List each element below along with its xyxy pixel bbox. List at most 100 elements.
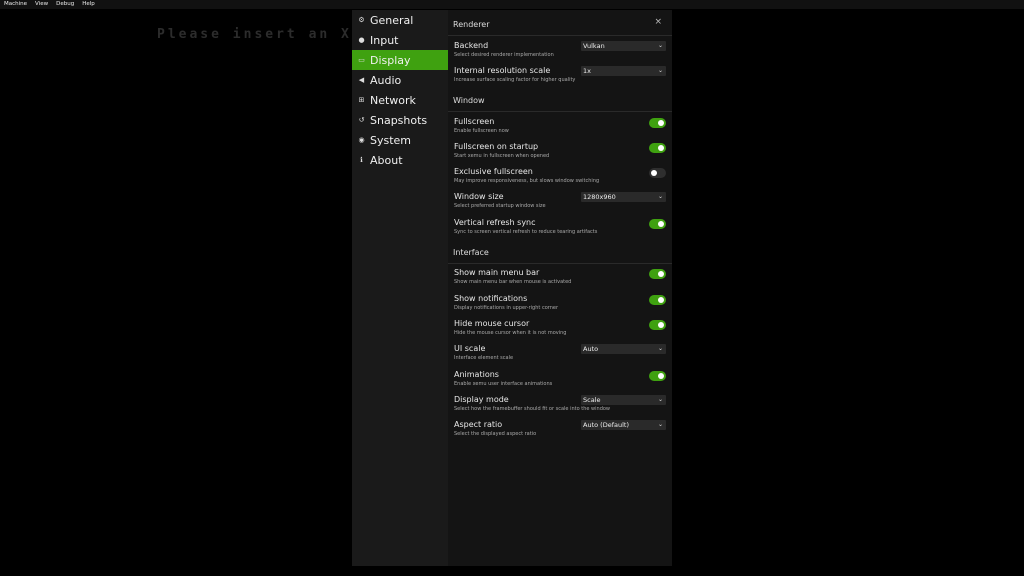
sidebar-item-label: Audio (370, 73, 402, 87)
close-icon[interactable]: × (654, 17, 662, 27)
setting-description: Start xemu in fullscreen when opened (454, 153, 550, 159)
chevron-down-icon: ⌄ (657, 67, 663, 74)
select-value: Vulkan (583, 42, 605, 50)
hide-mouse-cursor-toggle[interactable] (649, 320, 666, 330)
exclusive-fullscreen-toggle[interactable] (649, 168, 666, 178)
setting-description: Display notifications in upper-right cor… (454, 305, 559, 311)
select-value: Auto (583, 345, 599, 353)
setting-label: Fullscreen (454, 117, 495, 126)
chevron-down-icon: ⌄ (657, 193, 663, 200)
setting-fullscreen-on-startup: Fullscreen on startup Start xemu in full… (454, 142, 666, 166)
setting-animations: Animations Enable xemu user interface an… (454, 370, 666, 394)
select-value: Scale (583, 396, 601, 404)
setting-hide-mouse-cursor: Hide mouse cursor Hide the mouse cursor … (454, 319, 666, 343)
sidebar-item-snapshots[interactable]: ↺ Snapshots (352, 110, 448, 130)
history-icon: ↺ (358, 116, 365, 124)
toggle-knob (658, 120, 664, 126)
setting-description: Sync to screen vertical refresh to reduc… (454, 229, 598, 235)
monitor-icon: ▭ (358, 56, 365, 64)
setting-display-mode: Display mode Select how the framebuffer … (454, 395, 666, 419)
section-window-title: Window (453, 96, 485, 105)
select-value: 1280x960 (583, 193, 616, 201)
setting-description: Select the displayed aspect ratio (454, 431, 537, 437)
setting-show-main-menu-bar: Show main menu bar Show main menu bar wh… (454, 268, 666, 292)
setting-show-notifications: Show notifications Display notifications… (454, 294, 666, 318)
setting-label: Fullscreen on startup (454, 142, 539, 151)
setting-fullscreen: Fullscreen Enable fullscreen now (454, 117, 666, 141)
setting-label: Backend (454, 41, 489, 50)
gamepad-icon: ● (358, 36, 365, 44)
sidebar-item-label: General (370, 13, 414, 27)
speaker-icon: ◀ (358, 76, 365, 84)
sidebar-item-network[interactable]: ⊞ Network (352, 90, 448, 110)
animations-toggle[interactable] (649, 371, 666, 381)
setting-label: Internal resolution scale (454, 66, 551, 75)
display-mode-select[interactable]: Scale ⌄ (581, 395, 666, 405)
setting-description: Increase surface scaling factor for high… (454, 77, 576, 83)
setting-resolution-scale: Internal resolution scale Increase surfa… (454, 66, 666, 90)
setting-description: Enable fullscreen now (454, 128, 509, 134)
resolution-scale-select[interactable]: 1x ⌄ (581, 66, 666, 76)
setting-description: Select how the framebuffer should fit or… (454, 406, 611, 412)
setting-exclusive-fullscreen: Exclusive fullscreen May improve respons… (454, 167, 666, 191)
sidebar-item-label: System (370, 133, 412, 147)
window-size-select[interactable]: 1280x960 ⌄ (581, 192, 666, 202)
chevron-down-icon: ⌄ (657, 396, 663, 403)
toggle-knob (658, 221, 664, 227)
menu-debug[interactable]: Debug (52, 0, 78, 9)
chevron-down-icon: ⌄ (657, 42, 663, 49)
setting-label: UI scale (454, 344, 486, 353)
sidebar-item-label: Network (370, 93, 416, 107)
sidebar-item-system[interactable]: ◉ System (352, 130, 448, 150)
sidebar-item-label: Snapshots (370, 113, 428, 127)
gears-icon: ⚙ (358, 16, 365, 24)
sidebar-item-general[interactable]: ⚙ General (352, 10, 448, 30)
section-interface-title: Interface (453, 248, 489, 257)
menu-machine[interactable]: Machine (0, 0, 31, 9)
vsync-toggle[interactable] (649, 219, 666, 229)
setting-description: May improve responsiveness, but slows wi… (454, 178, 600, 184)
menu-bar: Machine View Debug Help (0, 0, 1024, 9)
ui-scale-select[interactable]: Auto ⌄ (581, 344, 666, 354)
toggle-knob (658, 271, 664, 277)
setting-ui-scale: UI scale Interface element scale Auto ⌄ (454, 344, 666, 368)
background-message: Please insert an X (157, 27, 352, 42)
menu-view[interactable]: View (31, 0, 52, 9)
setting-label: Exclusive fullscreen (454, 167, 533, 176)
sidebar-item-input[interactable]: ● Input (352, 30, 448, 50)
setting-label: Aspect ratio (454, 420, 503, 429)
show-main-menu-bar-toggle[interactable] (649, 269, 666, 279)
backend-select[interactable]: Vulkan ⌄ (581, 41, 666, 51)
sidebar-item-label: About (370, 153, 403, 167)
show-notifications-toggle[interactable] (649, 295, 666, 305)
toggle-knob (658, 297, 664, 303)
section-divider (448, 35, 672, 36)
setting-label: Show main menu bar (454, 268, 540, 277)
info-icon: ℹ (360, 156, 363, 164)
fullscreen-on-startup-toggle[interactable] (649, 143, 666, 153)
setting-vertical-refresh-sync: Vertical refresh sync Sync to screen ver… (454, 218, 666, 242)
select-value: 1x (583, 67, 591, 75)
setting-description: Show main menu bar when mouse is activat… (454, 279, 572, 285)
setting-aspect-ratio: Aspect ratio Select the displayed aspect… (454, 420, 666, 444)
settings-sidebar: ⚙ General ● Input ▭ Display ◀ Audio ⊞ Ne… (352, 10, 448, 566)
sidebar-item-about[interactable]: ℹ About (352, 150, 448, 170)
setting-description: Select preferred startup window size (454, 203, 546, 209)
select-value: Auto (Default) (583, 421, 629, 429)
chevron-down-icon: ⌄ (657, 421, 663, 428)
section-renderer-title: Renderer (453, 20, 490, 29)
section-divider (448, 263, 672, 264)
settings-panel: × Renderer Backend Select desired render… (448, 10, 672, 566)
chip-icon: ◉ (358, 136, 365, 144)
setting-label: Display mode (454, 395, 509, 404)
setting-description: Select desired renderer implementation (454, 52, 554, 58)
sidebar-item-audio[interactable]: ◀ Audio (352, 70, 448, 90)
aspect-ratio-select[interactable]: Auto (Default) ⌄ (581, 420, 666, 430)
fullscreen-toggle[interactable] (649, 118, 666, 128)
sidebar-item-display[interactable]: ▭ Display (352, 50, 448, 70)
setting-window-size: Window size Select preferred startup win… (454, 192, 666, 216)
menu-help[interactable]: Help (78, 0, 99, 9)
chevron-down-icon: ⌄ (657, 345, 663, 352)
section-divider (448, 111, 672, 112)
setting-description: Hide the mouse cursor when it is not mov… (454, 330, 567, 336)
